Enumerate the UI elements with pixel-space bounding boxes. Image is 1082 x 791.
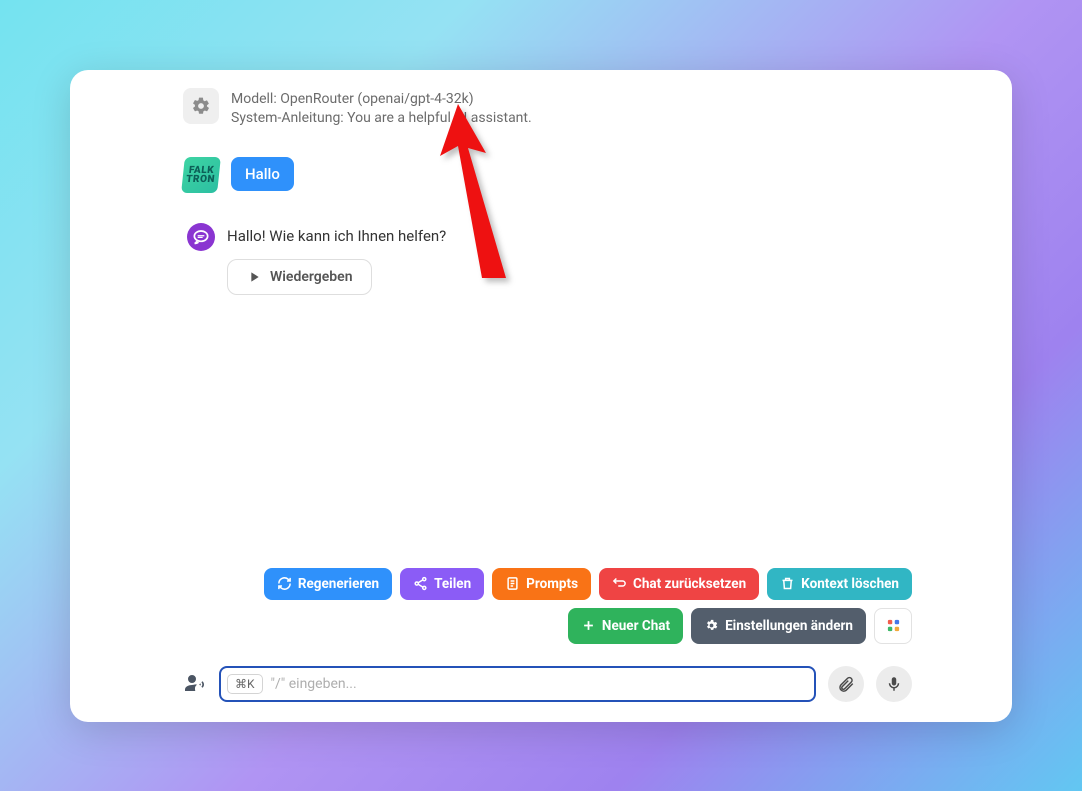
input-row: ⌘K — [183, 666, 912, 702]
shortcut-badge: ⌘K — [227, 674, 263, 694]
gear-icon — [704, 618, 719, 633]
chat-window: Modell: OpenRouter (openai/gpt-4-32k) Sy… — [70, 70, 1012, 722]
new-chat-button[interactable]: Neuer Chat — [568, 608, 683, 644]
reset-chat-button[interactable]: Chat zurücksetzen — [599, 568, 759, 600]
refresh-icon — [277, 576, 292, 591]
play-icon — [246, 269, 262, 285]
assistant-avatar — [187, 223, 215, 251]
system-message-row: Modell: OpenRouter (openai/gpt-4-32k) Sy… — [183, 88, 912, 129]
regenerate-button[interactable]: Regenerieren — [264, 568, 392, 600]
reset-icon — [612, 576, 627, 591]
user-message-row: FALK TRON Hallo — [183, 157, 912, 193]
playback-button[interactable]: Wiedergeben — [227, 259, 372, 295]
chat-scroll-area: Modell: OpenRouter (openai/gpt-4-32k) Sy… — [70, 70, 1012, 568]
user-message-bubble: Hallo — [231, 157, 294, 191]
paperclip-icon — [837, 675, 855, 693]
action-buttons-row-1: Regenerieren Teilen Prompts Chat zurücks… — [183, 568, 912, 600]
gear-icon[interactable] — [183, 88, 219, 124]
attach-button[interactable] — [828, 666, 864, 702]
system-message-text: Modell: OpenRouter (openai/gpt-4-32k) Sy… — [231, 88, 532, 129]
clear-context-button[interactable]: Kontext löschen — [767, 568, 912, 600]
microphone-icon — [885, 675, 903, 693]
assistant-message-row: Hallo! Wie kann ich Ihnen helfen? Wieder… — [183, 223, 912, 295]
system-model-line: Modell: OpenRouter (openai/gpt-4-32k) — [231, 90, 532, 110]
message-input-box[interactable]: ⌘K — [219, 666, 816, 702]
assistant-message-text: Hallo! Wie kann ich Ihnen helfen? — [227, 223, 446, 245]
grid-icon — [886, 618, 901, 633]
share-icon — [413, 576, 428, 591]
apps-grid-button[interactable] — [874, 608, 912, 644]
trash-icon — [780, 576, 795, 591]
share-button[interactable]: Teilen — [400, 568, 484, 600]
action-buttons-row-2: Neuer Chat Einstellungen ändern — [183, 608, 912, 644]
user-avatar: FALK TRON — [181, 157, 221, 193]
system-instruction-line: System-Anleitung: You are a helpful AI a… — [231, 109, 532, 129]
voice-indicator-icon — [183, 670, 207, 698]
change-settings-button[interactable]: Einstellungen ändern — [691, 608, 866, 644]
microphone-button[interactable] — [876, 666, 912, 702]
prompts-button[interactable]: Prompts — [492, 568, 591, 600]
bottom-controls: Regenerieren Teilen Prompts Chat zurücks… — [70, 568, 1012, 722]
document-icon — [505, 576, 520, 591]
plus-icon — [581, 618, 596, 633]
message-input[interactable] — [271, 676, 806, 692]
